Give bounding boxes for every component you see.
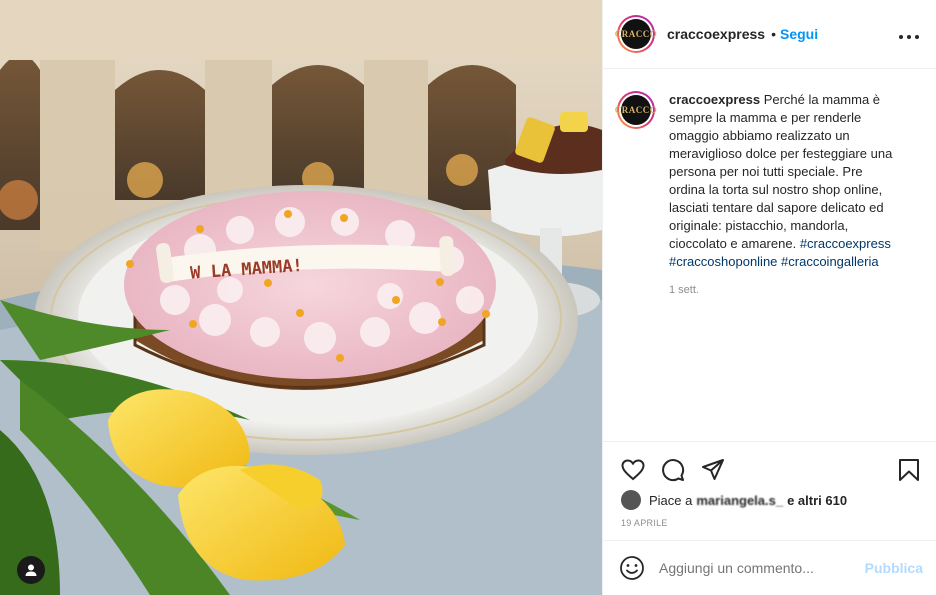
post-side-panel: CRACCO craccoexpress • Segui CRACCO crac…: [602, 0, 936, 595]
save-button[interactable]: [895, 456, 923, 484]
comment-box: Pubblica: [603, 540, 936, 595]
comment-icon: [662, 459, 685, 482]
hashtag-link[interactable]: #craccoshoponline: [669, 254, 777, 269]
likes-prefix: Piace a: [649, 492, 693, 508]
caption-username[interactable]: craccoexpress: [669, 92, 760, 107]
like-button[interactable]: [619, 456, 647, 484]
hashtag-link[interactable]: #craccoexpress: [800, 236, 891, 251]
tagged-user-button[interactable]: [17, 556, 45, 584]
more-icon: [899, 34, 919, 39]
likes-summary: Piace a mariangela.s_ e altri 610: [603, 488, 936, 510]
caption-time[interactable]: 1 sett.: [669, 281, 899, 299]
more-options-button[interactable]: [898, 24, 920, 45]
caption-avatar[interactable]: CRACCO: [615, 91, 657, 129]
heart-icon: [621, 459, 645, 481]
caption-text-block: craccoexpress Perché la mamma è sempre l…: [669, 91, 899, 299]
emoji-icon[interactable]: [619, 555, 645, 581]
cake-photo-illustration: W LA MAMMA!: [0, 0, 602, 595]
action-icons: [603, 442, 936, 488]
publish-button[interactable]: Pubblica: [865, 560, 923, 576]
separator: •: [771, 26, 776, 42]
liker-avatar[interactable]: [621, 490, 641, 510]
liker-username[interactable]: mariangela.s_: [696, 493, 783, 508]
bookmark-icon: [899, 459, 919, 481]
caption-text: Perché la mamma è sempre la mamma e per …: [669, 92, 893, 251]
logo-text: CRACCO: [615, 19, 657, 49]
post-date[interactable]: 19 APRILE: [603, 510, 936, 528]
logo-text: CRACCO: [615, 95, 657, 125]
likes-count[interactable]: e altri 610: [787, 493, 847, 508]
hashtag-link[interactable]: #craccoingalleria: [781, 254, 879, 269]
share-icon: [702, 459, 724, 480]
user-icon: [25, 564, 37, 576]
caption: CRACCO craccoexpress Perché la mamma è s…: [603, 69, 936, 299]
comment-button[interactable]: [659, 456, 687, 484]
post-header: CRACCO craccoexpress • Segui: [603, 0, 936, 69]
avatar[interactable]: CRACCO: [615, 15, 657, 53]
share-button[interactable]: [699, 456, 727, 484]
post-photo[interactable]: W LA MAMMA!: [0, 0, 602, 595]
follow-button[interactable]: Segui: [780, 26, 818, 42]
post-username[interactable]: craccoexpress: [667, 26, 765, 42]
comment-input[interactable]: [659, 560, 865, 576]
